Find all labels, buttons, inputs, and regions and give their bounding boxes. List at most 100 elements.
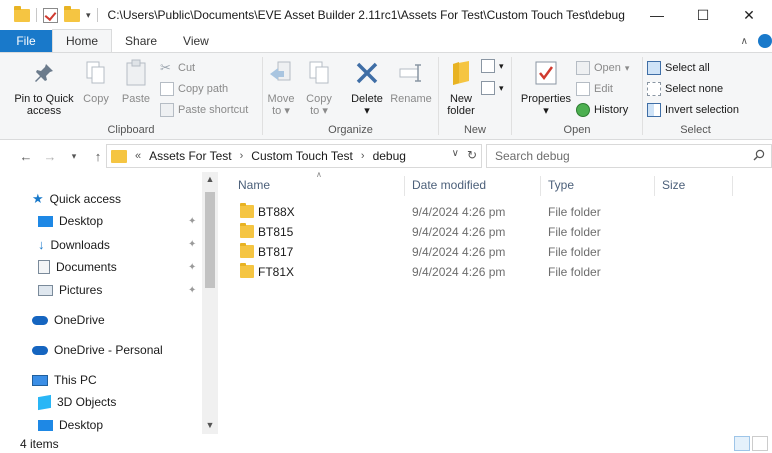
address-bar[interactable]: « Assets For Test › Custom Touch Test › … — [106, 144, 482, 168]
nav-item-onedrive-personal[interactable]: OneDrive - Personal — [32, 343, 163, 357]
pin-icon — [28, 57, 60, 89]
divider[interactable] — [654, 176, 655, 196]
breadcrumb-item[interactable]: debug — [373, 149, 406, 163]
maximize-button[interactable]: ☐ — [680, 0, 726, 30]
paste-button[interactable]: Paste — [118, 57, 154, 105]
table-row[interactable]: BT815 9/4/2024 4:26 pm File folder — [218, 222, 772, 242]
file-list: ∧ Name Date modified Type Size BT88X 9/4… — [218, 170, 772, 434]
pin-to-quick-access-button[interactable]: Pin to Quick access — [12, 57, 76, 117]
table-row[interactable]: FT81X 9/4/2024 4:26 pm File folder — [218, 262, 772, 282]
file-name: BT815 — [258, 225, 294, 239]
nav-item-documents[interactable]: Documents — [38, 260, 117, 274]
copy-to-button[interactable]: Copy to ▾ — [303, 57, 335, 117]
column-header-size[interactable]: Size — [662, 178, 685, 192]
tab-share[interactable]: Share — [112, 30, 170, 52]
select-none-button[interactable]: Select none — [647, 82, 723, 96]
tab-file[interactable]: File — [0, 30, 52, 52]
copy-button[interactable]: Copy — [80, 57, 112, 105]
details-view-icon[interactable] — [734, 436, 750, 451]
tab-view[interactable]: View — [170, 30, 222, 52]
search-input[interactable]: Search debug — [486, 144, 772, 168]
select-all-icon — [647, 61, 661, 75]
divider[interactable] — [404, 176, 405, 196]
properties-button[interactable]: Properties ▾ — [518, 57, 574, 117]
nav-item-desktop-pc[interactable]: Desktop — [38, 418, 103, 432]
history-button[interactable]: History — [576, 103, 628, 117]
nav-item-onedrive[interactable]: OneDrive — [32, 313, 105, 327]
tab-home[interactable]: Home — [52, 29, 113, 52]
chevron-right-icon[interactable]: › — [361, 150, 365, 162]
title-bar: ▾ C:\Users\Public\Documents\EVE Asset Bu… — [0, 0, 772, 30]
copy-icon — [80, 57, 112, 89]
new-item-button[interactable]: ▾ — [481, 59, 504, 73]
chevron-right-icon[interactable]: › — [240, 150, 244, 162]
refresh-icon[interactable]: ↻ — [467, 148, 477, 162]
open-group: Properties ▾ Open ▾ Edit History Open — [512, 53, 642, 139]
nav-item-quick-access[interactable]: ★ Quick access — [32, 191, 121, 207]
nav-item-this-pc[interactable]: This PC — [32, 373, 97, 387]
move-to-icon — [265, 57, 297, 89]
column-header-name[interactable]: Name — [238, 178, 270, 192]
file-name: BT817 — [258, 245, 294, 259]
scroll-up-icon[interactable]: ▲ — [202, 174, 218, 184]
invert-selection-button[interactable]: Invert selection — [647, 103, 739, 117]
nav-item-desktop[interactable]: Desktop — [38, 214, 103, 228]
new-folder-button[interactable]: New folder — [443, 57, 479, 117]
nav-item-downloads[interactable]: ↓ Downloads — [38, 237, 110, 252]
recent-locations-chevron-icon[interactable]: ▾ — [62, 151, 86, 162]
help-icon[interactable] — [758, 34, 772, 48]
folder-icon — [14, 5, 30, 22]
scissors-icon: ✂ — [160, 60, 171, 75]
open-button[interactable]: Open ▾ — [576, 61, 629, 75]
scrollbar-thumb[interactable] — [205, 192, 215, 288]
file-name: BT88X — [258, 205, 295, 219]
copy-path-button[interactable]: Copy path — [160, 82, 228, 96]
breadcrumb-item[interactable]: Assets For Test — [149, 149, 231, 163]
rename-button[interactable]: Rename — [389, 57, 433, 105]
file-name: FT81X — [258, 265, 295, 279]
copy-path-icon — [160, 82, 174, 96]
column-header-date-modified[interactable]: Date modified — [412, 178, 486, 192]
easy-access-button[interactable]: ▾ — [481, 81, 504, 95]
clipboard-group: Pin to Quick access Copy Paste ✂ Cut Cop… — [0, 53, 262, 139]
collapse-ribbon-icon[interactable]: ∧ — [741, 36, 748, 47]
properties-icon[interactable] — [43, 7, 58, 23]
large-icons-view-icon[interactable] — [752, 436, 768, 451]
table-row[interactable]: BT88X 9/4/2024 4:26 pm File folder — [218, 202, 772, 222]
divider[interactable] — [732, 176, 733, 196]
edit-icon — [576, 82, 590, 96]
cut-button[interactable]: ✂ Cut — [160, 61, 195, 75]
folder-icon — [111, 149, 127, 163]
close-button[interactable]: ✕ — [726, 0, 772, 30]
new-folder-icon[interactable] — [64, 5, 80, 22]
address-dropdown-icon[interactable]: ∨ — [452, 148, 459, 162]
scroll-down-icon[interactable]: ▼ — [202, 420, 218, 430]
minimize-button[interactable]: — — [634, 0, 680, 30]
column-header-type[interactable]: Type — [548, 178, 574, 192]
pin-icon: ✦ — [188, 262, 197, 273]
pin-icon: ✦ — [188, 239, 197, 250]
nav-item-pictures[interactable]: Pictures — [38, 283, 102, 297]
breadcrumb-overflow[interactable]: « — [135, 150, 141, 162]
customize-toolbar-dropdown-icon[interactable]: ▾ — [86, 10, 91, 21]
paste-shortcut-button[interactable]: Paste shortcut — [160, 103, 248, 117]
file-date: 9/4/2024 4:26 pm — [412, 225, 506, 239]
back-arrow-icon[interactable]: ← — [14, 149, 38, 164]
select-all-button[interactable]: Select all — [647, 61, 710, 75]
invert-selection-icon — [647, 103, 661, 117]
navigation-pane: ★ Quick access Desktop ✦ ↓ Downloads ✦ D… — [0, 172, 218, 434]
breadcrumb-item[interactable]: Custom Touch Test — [251, 149, 353, 163]
delete-button[interactable]: Delete ▾ — [347, 57, 387, 117]
quick-access-toolbar: ▾ — [0, 5, 98, 23]
edit-button[interactable]: Edit — [576, 82, 613, 96]
divider[interactable] — [540, 176, 541, 196]
move-to-button[interactable]: Move to ▾ — [265, 57, 297, 117]
cloud-icon — [32, 345, 48, 355]
nav-item-3d-objects[interactable]: 3D Objects — [38, 394, 116, 410]
desktop-icon — [38, 419, 53, 431]
navigation-scrollbar[interactable]: ▲ ▼ — [202, 172, 218, 434]
table-row[interactable]: BT817 9/4/2024 4:26 pm File folder — [218, 242, 772, 262]
forward-arrow-icon[interactable]: → — [38, 149, 62, 164]
copy-to-icon — [303, 57, 335, 89]
select-group-label: Select — [680, 124, 711, 136]
